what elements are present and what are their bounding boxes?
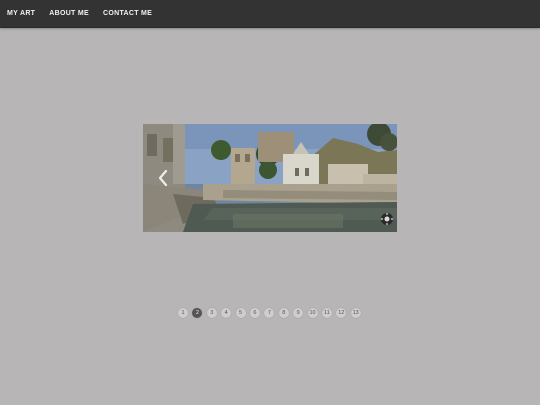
nav-contact-me[interactable]: CONTACT ME	[103, 10, 152, 17]
top-nav-bar: MY ART ABOUT ME CONTACT ME	[0, 0, 540, 28]
page-dot[interactable]: 4	[221, 308, 232, 318]
page-dot[interactable]: 8	[278, 308, 289, 318]
chevron-left-icon[interactable]	[156, 168, 170, 188]
page-dot[interactable]: 11	[321, 308, 332, 318]
page-dot[interactable]: 7	[264, 308, 275, 318]
page-dot[interactable]: 5	[235, 308, 246, 318]
page-dot[interactable]: 12	[336, 308, 347, 318]
nav-my-art[interactable]: MY ART	[7, 10, 35, 17]
slideshow-pagination: 1 2 3 4 5 6 7 8 9 10 11 12 13	[178, 308, 365, 318]
page-dot[interactable]: 9	[293, 308, 304, 318]
slideshow-image	[143, 124, 397, 232]
main-nav: MY ART ABOUT ME CONTACT ME	[7, 0, 166, 27]
page-dot[interactable]: 3	[206, 308, 217, 318]
page-dot[interactable]: 1	[178, 308, 188, 318]
page-dot-active[interactable]: 2	[192, 308, 203, 318]
landscape-photo	[143, 124, 397, 232]
nav-about-me[interactable]: ABOUT ME	[49, 10, 89, 17]
page-dot[interactable]: 13	[350, 308, 361, 318]
settings-badge-icon	[380, 212, 394, 226]
page-dot[interactable]: 6	[249, 308, 260, 318]
page-dot[interactable]: 10	[307, 308, 318, 318]
